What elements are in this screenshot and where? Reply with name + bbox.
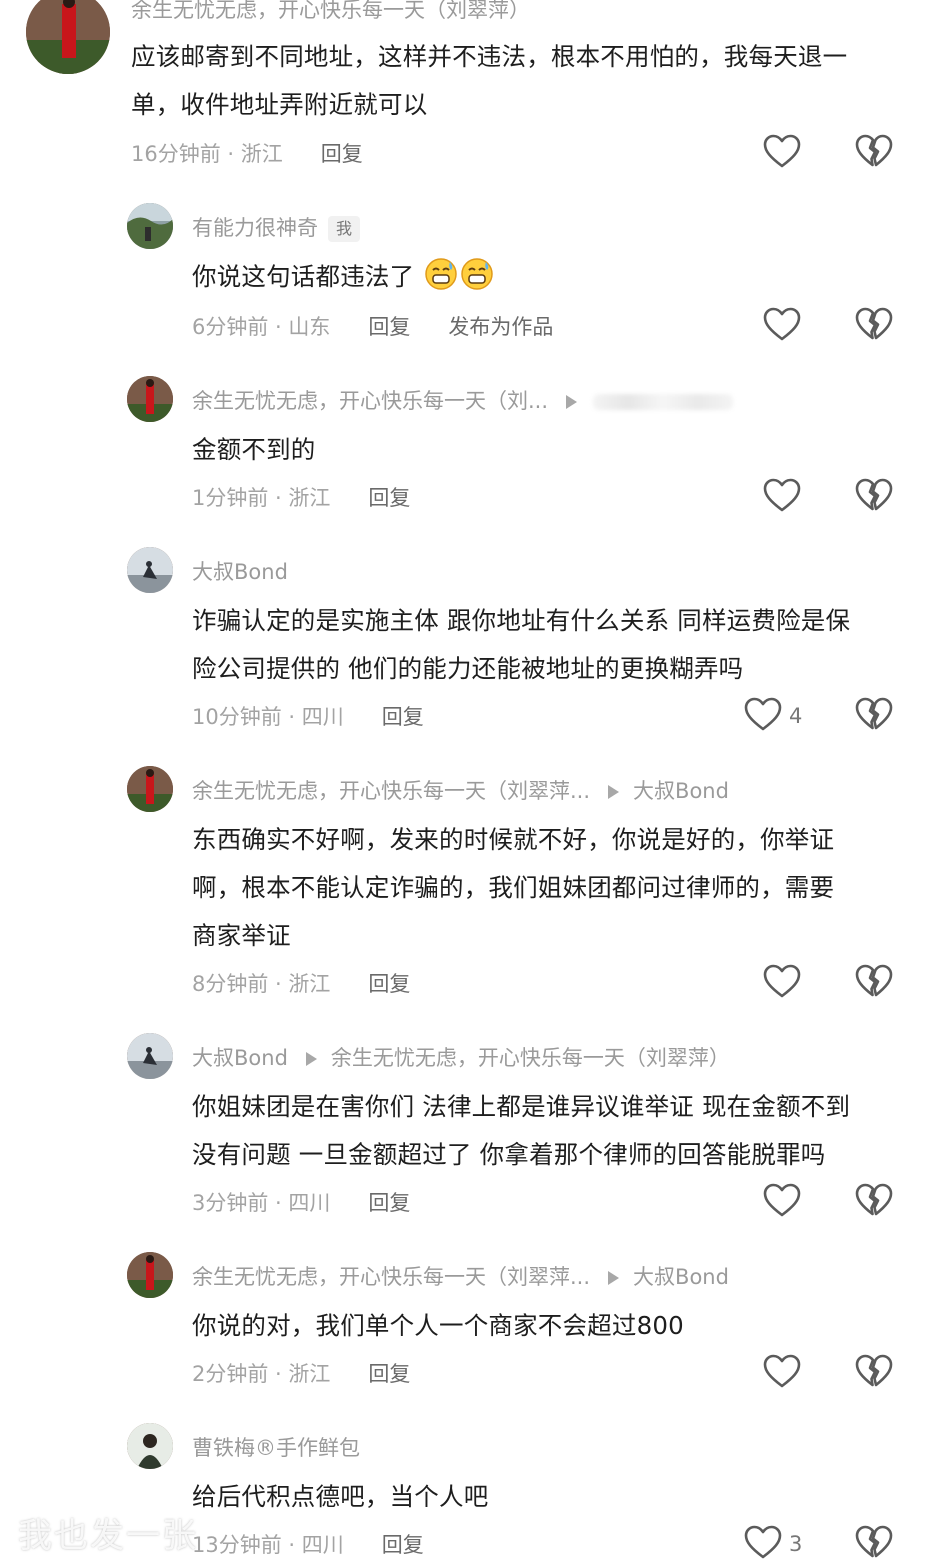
reply-to-arrow-icon — [566, 395, 578, 409]
reply-button[interactable]: 回复 — [368, 486, 410, 510]
comment-line: 你说这句话都违法了 — [192, 262, 415, 291]
commenter-name: 余生无忧无虑，开心快乐每一天（刘翠萍... 大叔Bond — [192, 1263, 729, 1291]
avatar[interactable] — [127, 203, 173, 249]
reply-to-arrow-icon — [608, 1271, 620, 1285]
heart-icon[interactable] — [743, 1523, 783, 1563]
sweat-smile-emoji-icon — [461, 258, 494, 290]
comment-line: 你姐妹团是在害你们 法律上都是谁异议谁举证 现在金额不到 — [192, 1092, 851, 1121]
reply-button[interactable]: 回复 — [368, 1191, 410, 1215]
timestamp-location: 16分钟前 · 浙江 — [131, 142, 283, 166]
timestamp-location: 10分钟前 · 四川 — [192, 705, 344, 729]
comment-text: 金额不到的 — [192, 426, 316, 474]
heart-icon[interactable] — [762, 132, 802, 172]
timestamp-location: 3分钟前 · 四川 — [192, 1191, 331, 1215]
reply-button[interactable]: 回复 — [368, 315, 410, 339]
comment-line: 商家举证 — [192, 921, 291, 950]
commenter-name-text[interactable]: 余生无忧无虑，开心快乐每一天（刘... — [192, 389, 548, 413]
avatar[interactable] — [127, 1033, 173, 1079]
reply-to-name[interactable]: 余生无忧无虑，开心快乐每一天（刘翠萍） — [331, 1046, 730, 1070]
redacted-name — [593, 394, 734, 410]
heart-icon[interactable] — [762, 962, 802, 1002]
comment-text: 东西确实不好啊，发来的时候就不好，你说是好的，你举证 啊，根本不能认定诈骗的，我… — [192, 816, 902, 960]
comment-meta: 6分钟前 · 山东 回复 发布为作品 — [192, 313, 553, 341]
heart-icon[interactable] — [743, 695, 783, 735]
comment-line: 诈骗认定的是实施主体 跟你地址有什么关系 同样运费险是保 — [192, 606, 851, 635]
reply-to-arrow-icon — [608, 785, 620, 799]
comment-line: 给后代积点德吧，当个人吧 — [192, 1482, 489, 1511]
reply-button[interactable]: 回复 — [382, 705, 424, 729]
comment-meta: 3分钟前 · 四川 回复 — [192, 1189, 410, 1217]
reply-button[interactable]: 回复 — [321, 142, 363, 166]
timestamp-location: 13分钟前 · 四川 — [192, 1533, 344, 1557]
avatar[interactable] — [127, 1423, 173, 1469]
reply-button[interactable]: 回复 — [382, 1533, 424, 1557]
commenter-name[interactable]: 曹铁梅®手作鲜包 — [192, 1434, 360, 1462]
commenter-name-text[interactable]: 有能力很神奇 — [192, 216, 318, 240]
avatar[interactable] — [26, 0, 110, 74]
comment-line: 单，收件地址弄附近就可以 — [131, 90, 428, 119]
watermark: 我也发一张 — [18, 1516, 198, 1556]
commenter-name: 余生无忧无虑，开心快乐每一天（刘翠萍... 大叔Bond — [192, 777, 729, 805]
avatar[interactable] — [127, 766, 173, 812]
comment-line: 没有问题 一旦金额超过了 你拿着那个律师的回答能脱罪吗 — [192, 1140, 826, 1169]
comment-line: 你说的对，我们单个人一个商家不会超过800 — [192, 1311, 684, 1340]
comment-text: 你说这句话都违法了 — [192, 253, 494, 301]
commenter-name: 有能力很神奇我 — [192, 214, 361, 242]
broken-heart-icon[interactable] — [854, 1181, 894, 1221]
comment-text: 给后代积点德吧，当个人吧 — [192, 1473, 488, 1521]
comment-meta: 8分钟前 · 浙江 回复 — [192, 970, 410, 998]
avatar[interactable] — [127, 376, 173, 422]
heart-icon[interactable] — [762, 476, 802, 516]
broken-heart-icon[interactable] — [854, 305, 894, 345]
broken-heart-icon[interactable] — [854, 132, 894, 172]
heart-icon[interactable] — [762, 1181, 802, 1221]
commenter-name-text[interactable]: 余生无忧无虑，开心快乐每一天（刘翠萍... — [192, 779, 590, 803]
commenter-name: 大叔Bond 余生无忧无虑，开心快乐每一天（刘翠萍） — [192, 1044, 730, 1072]
comment-meta: 2分钟前 · 浙江 回复 — [192, 1360, 410, 1388]
comment-line: 应该邮寄到不同地址，这样并不违法，根本不用怕的，我每天退一 — [131, 42, 848, 71]
broken-heart-icon[interactable] — [854, 962, 894, 1002]
broken-heart-icon[interactable] — [854, 1352, 894, 1392]
reply-to-name[interactable]: 大叔Bond — [633, 779, 729, 803]
like-count: 3 — [789, 1532, 803, 1556]
heart-icon[interactable] — [762, 1352, 802, 1392]
comment-text: 应该邮寄到不同地址，这样并不违法，根本不用怕的，我每天退一 单，收件地址弄附近就… — [131, 33, 901, 129]
like-count: 4 — [789, 704, 803, 728]
commenter-name[interactable]: 余生无忧无虑，开心快乐每一天（刘翠萍） — [131, 0, 530, 24]
timestamp-location: 1分钟前 · 浙江 — [192, 486, 331, 510]
reply-to-arrow-icon — [305, 1052, 317, 1066]
reply-to-name[interactable]: 大叔Bond — [633, 1265, 729, 1289]
broken-heart-icon[interactable] — [854, 476, 894, 516]
broken-heart-icon[interactable] — [854, 695, 894, 735]
avatar[interactable] — [127, 1252, 173, 1298]
comment-line: 险公司提供的 他们的能力还能被地址的更换糊弄吗 — [192, 654, 744, 683]
comment-meta: 1分钟前 · 浙江 回复 — [192, 484, 410, 512]
comment-meta: 13分钟前 · 四川 回复 — [192, 1531, 424, 1559]
commenter-name-text[interactable]: 余生无忧无虑，开心快乐每一天（刘翠萍... — [192, 1265, 590, 1289]
comment-meta: 16分钟前 · 浙江 回复 — [131, 140, 363, 168]
comment-meta: 10分钟前 · 四川 回复 — [192, 703, 424, 731]
sweat-smile-emoji-icon — [425, 258, 458, 290]
self-badge: 我 — [328, 216, 361, 242]
commenter-name-text[interactable]: 大叔Bond — [192, 1046, 288, 1070]
comment-text: 你姐妹团是在害你们 法律上都是谁异议谁举证 现在金额不到 没有问题 一旦金额超过… — [192, 1083, 912, 1179]
avatar[interactable] — [127, 547, 173, 593]
timestamp-location: 8分钟前 · 浙江 — [192, 972, 331, 996]
comment-line: 啊，根本不能认定诈骗的，我们姐妹团都问过律师的，需要 — [192, 873, 835, 902]
comment-line: 金额不到的 — [192, 435, 316, 464]
heart-icon[interactable] — [762, 305, 802, 345]
comment-line: 东西确实不好啊，发来的时候就不好，你说是好的，你举证 — [192, 825, 835, 854]
broken-heart-icon[interactable] — [854, 1523, 894, 1563]
timestamp-location: 2分钟前 · 浙江 — [192, 1362, 331, 1386]
commenter-name: 余生无忧无虑，开心快乐每一天（刘... — [192, 387, 734, 415]
timestamp-location: 6分钟前 · 山东 — [192, 315, 331, 339]
reply-button[interactable]: 回复 — [368, 972, 410, 996]
comment-text: 诈骗认定的是实施主体 跟你地址有什么关系 同样运费险是保 险公司提供的 他们的能… — [192, 597, 902, 693]
reply-button[interactable]: 回复 — [368, 1362, 410, 1386]
publish-as-post-button[interactable]: 发布为作品 — [448, 315, 553, 339]
comment-text: 你说的对，我们单个人一个商家不会超过800 — [192, 1302, 684, 1350]
commenter-name[interactable]: 大叔Bond — [192, 558, 288, 586]
